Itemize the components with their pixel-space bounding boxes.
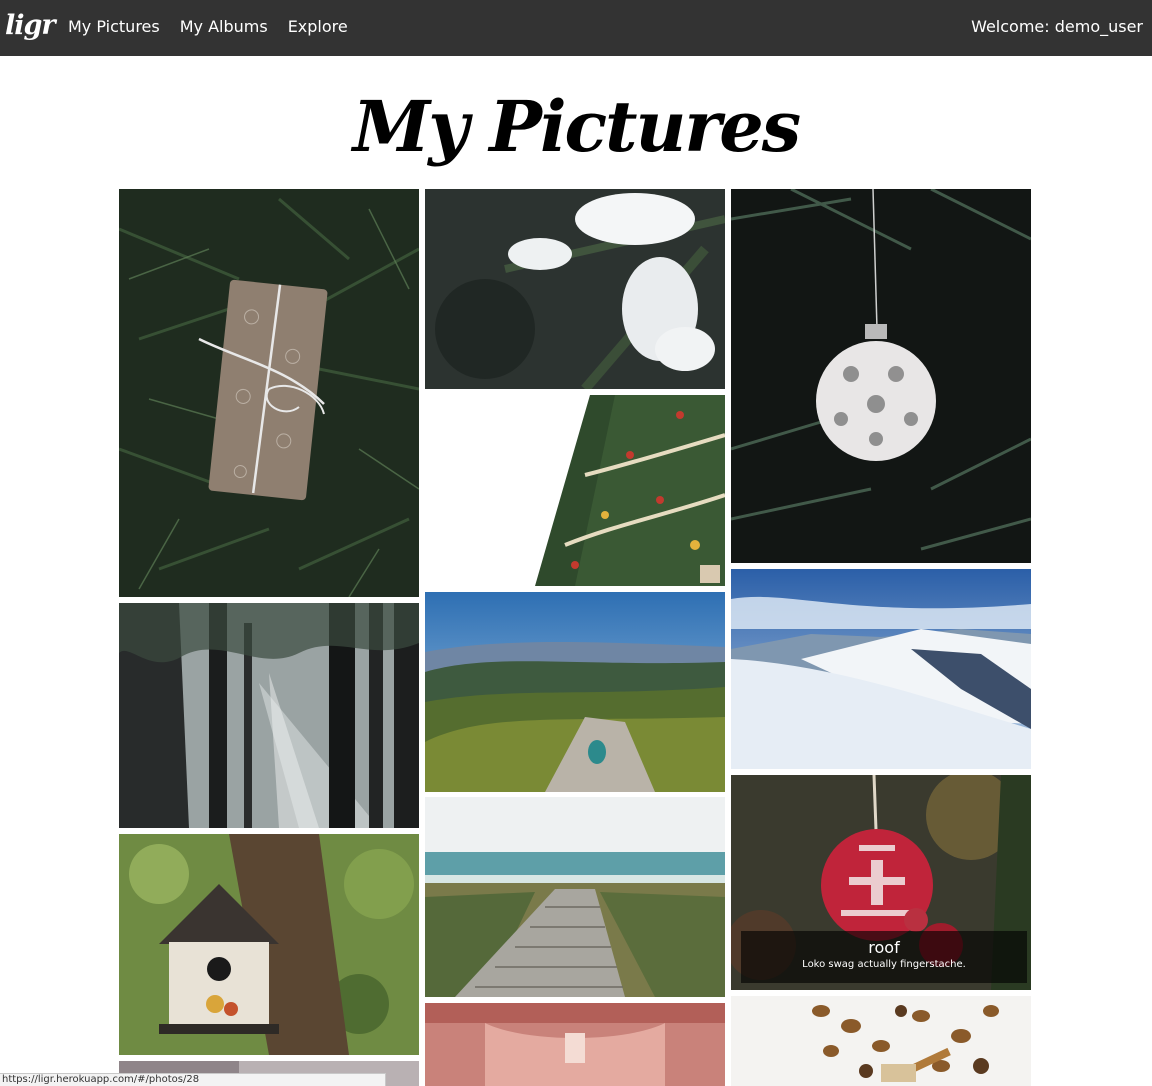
page-title: My Pictures [352,85,801,168]
nav-link-my-albums[interactable]: My Albums [180,17,268,36]
photo-column2-partial[interactable] [425,1003,725,1086]
gift-on-pine-image [119,189,419,597]
photo-forest-sunbeams[interactable] [119,603,419,828]
browser-status-bar: https://ligr.herokuapp.com/#/photos/28 [0,1073,386,1086]
welcome-user-text: Welcome: demo_user [971,17,1143,36]
caption-description: Loko swag actually fingerstache. [802,959,966,970]
nav-links: My Pictures My Albums Explore [68,17,348,36]
nav-link-explore[interactable]: Explore [288,17,348,36]
beach-boardwalk-image [425,797,725,997]
photo-mountain-valley[interactable] [425,592,725,792]
photo-snowy-mountains[interactable] [731,569,1031,769]
birdhouse-image [119,834,419,1055]
mountain-valley-image [425,592,725,792]
snowy-mountains-image [731,569,1031,769]
snowy-branch-image [425,189,725,389]
photo-spices-nuts[interactable] [731,996,1031,1086]
spices-nuts-image [731,996,1031,1086]
photo-hover-caption: roof Loko swag actually fingerstache. [741,931,1027,983]
app-logo[interactable]: ligr [5,10,56,41]
ornament-ball-image [731,189,1031,563]
partial-photo-image [425,1003,725,1086]
photo-christmas-tree[interactable] [425,395,725,586]
photo-birdhouse[interactable] [119,834,419,1055]
photo-beach-boardwalk[interactable] [425,797,725,997]
nav-link-my-pictures[interactable]: My Pictures [68,17,160,36]
photo-gift-on-pine[interactable] [119,189,419,597]
top-navbar: ligr My Pictures My Albums Explore Welco… [0,0,1152,56]
christmas-tree-image [425,395,725,586]
caption-title: roof [868,938,900,957]
photo-ornament-ball[interactable] [731,189,1031,563]
photo-roof-ornament[interactable]: roof Loko swag actually fingerstache. [731,775,1031,990]
photo-snowy-branch[interactable] [425,189,725,389]
forest-sunbeams-image [119,603,419,828]
